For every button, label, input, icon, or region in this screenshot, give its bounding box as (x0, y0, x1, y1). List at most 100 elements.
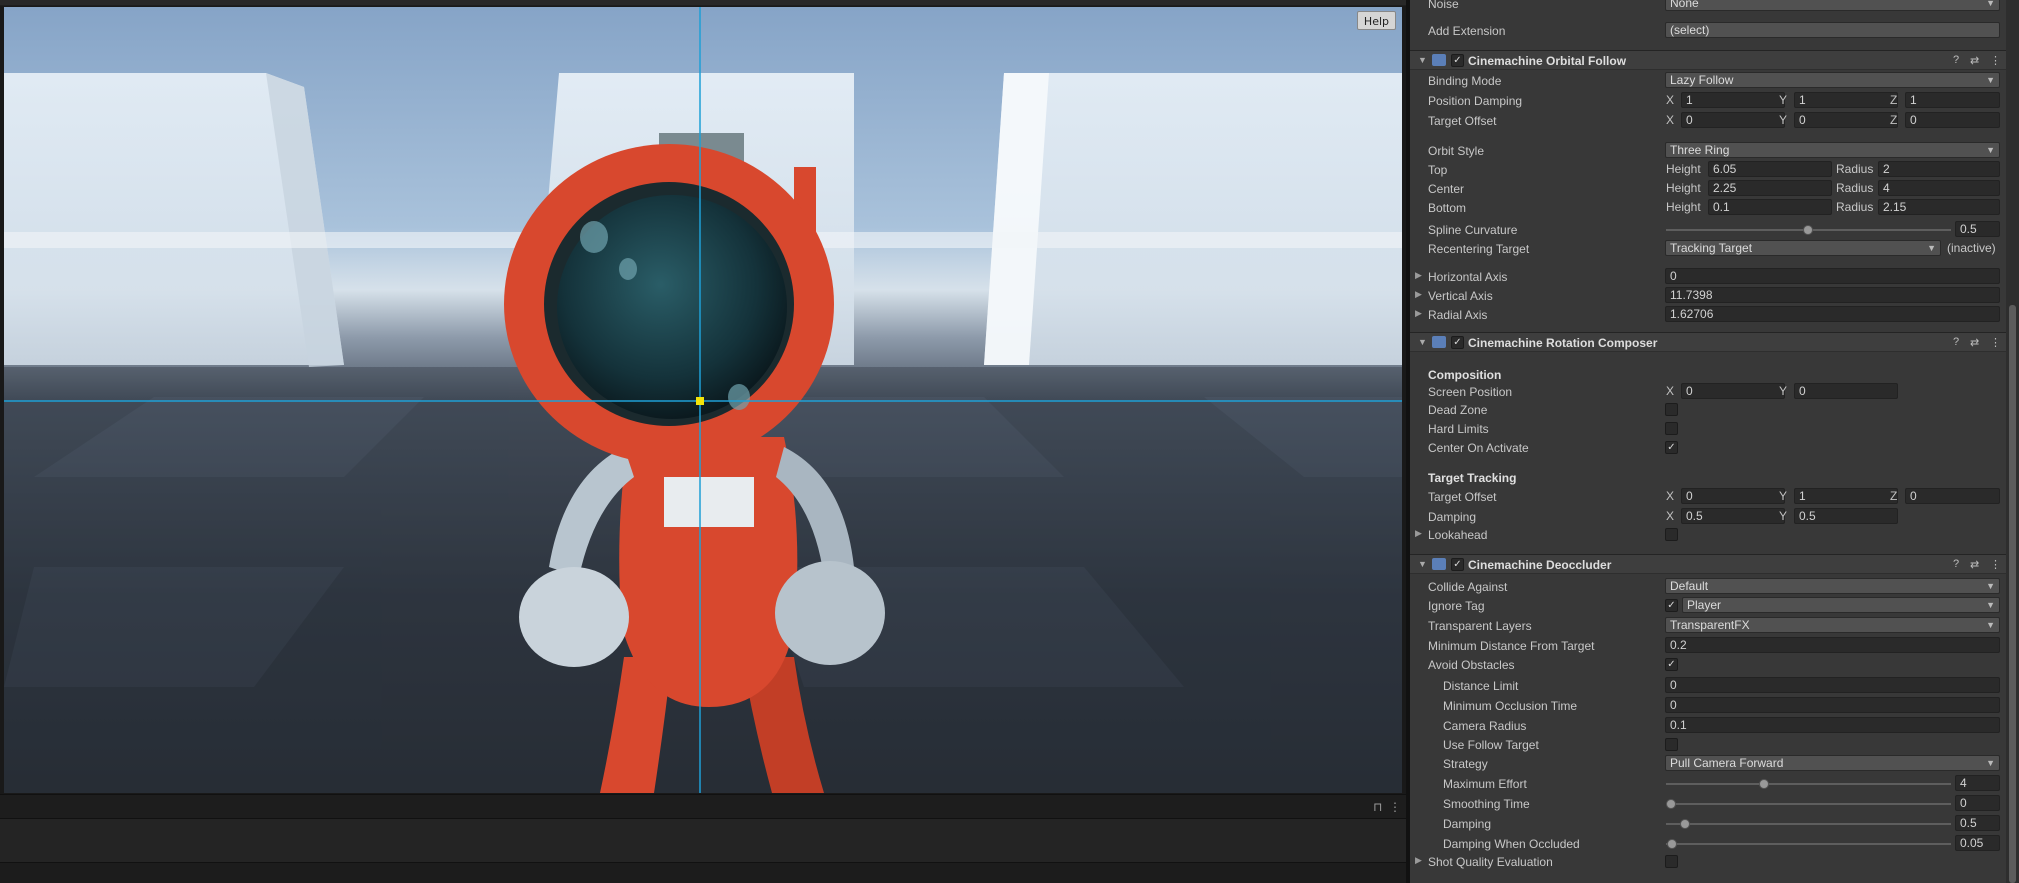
binding-mode-dropdown[interactable]: Lazy Follow ▼ (1665, 72, 2000, 88)
vertical-axis-row[interactable]: ▶ Vertical Axis 11.7398 (1410, 287, 2006, 305)
hard-limits-checkbox[interactable] (1665, 422, 1678, 435)
fold-right-icon: ▶ (1415, 270, 1422, 280)
damping-occluded-knob[interactable] (1667, 839, 1677, 849)
component-menu-icon[interactable]: ⋮ (1990, 336, 2001, 349)
min-distance-field[interactable]: 0.2 (1665, 637, 2000, 653)
game-viewport[interactable]: Help (4, 7, 1402, 793)
orbital-follow-header[interactable]: ▼ ✓ Cinemachine Orbital Follow ? ⇄ ⋮ (1410, 50, 2006, 70)
transparent-layers-dropdown[interactable]: TransparentFX ▼ (1665, 617, 2000, 633)
rotation-enabled-checkbox[interactable]: ✓ (1451, 336, 1464, 349)
noise-dropdown[interactable]: None ▼ (1665, 0, 2000, 11)
add-extension-dropdown[interactable]: (select) (1665, 22, 2000, 38)
target-tracking-heading: Target Tracking (1428, 471, 1517, 485)
chevron-down-icon: ▼ (1986, 75, 1995, 85)
radial-axis-row[interactable]: ▶ Radial Axis 1.62706 (1410, 306, 2006, 324)
lock-icon[interactable]: ⊓ (1373, 800, 1382, 814)
fold-right-icon: ▶ (1415, 308, 1422, 318)
dead-zone-row: Dead Zone (1410, 401, 2006, 419)
chevron-down-icon: ▼ (1986, 758, 1995, 768)
fold-arrow-icon[interactable]: ▼ (1418, 559, 1427, 569)
help-icon[interactable]: ? (1953, 558, 1959, 570)
ring-top-height[interactable]: 6.05 (1708, 161, 1832, 177)
orbital-target-offset-z[interactable]: 0 (1905, 112, 2000, 128)
orbital-target-offset-y[interactable]: 0 (1794, 112, 1898, 128)
min-occlusion-field[interactable]: 0 (1665, 697, 2000, 713)
screen-position-x[interactable]: 0 (1681, 383, 1785, 399)
orbital-enabled-checkbox[interactable]: ✓ (1451, 54, 1464, 67)
position-damping-y[interactable]: 1 (1794, 92, 1898, 108)
damping-value[interactable]: 0.5 (1955, 815, 2000, 831)
rotation-target-offset-row: Target Offset X0 Y1 Z0 (1410, 488, 2006, 506)
distance-limit-field[interactable]: 0 (1665, 677, 2000, 693)
use-follow-checkbox[interactable] (1665, 738, 1678, 751)
help-icon[interactable]: ? (1953, 336, 1959, 348)
damping-track[interactable] (1666, 823, 1951, 825)
spline-curvature-knob[interactable] (1803, 225, 1813, 235)
orbital-target-offset-x[interactable]: 0 (1681, 112, 1785, 128)
shot-quality-checkbox[interactable] (1665, 855, 1678, 868)
component-menu-icon[interactable]: ⋮ (1990, 54, 2001, 67)
smoothing-time-track[interactable] (1666, 803, 1951, 805)
camera-radius-field[interactable]: 0.1 (1665, 717, 2000, 733)
position-damping-x[interactable]: 1 (1681, 92, 1785, 108)
maximum-effort-track[interactable] (1666, 783, 1951, 785)
recentering-dropdown[interactable]: Tracking Target ▼ (1665, 240, 1941, 256)
min-distance-label: Minimum Distance From Target (1428, 639, 1595, 653)
ring-center-height[interactable]: 2.25 (1708, 180, 1832, 196)
collide-against-label: Collide Against (1428, 580, 1508, 594)
spline-curvature-value[interactable]: 0.5 (1955, 221, 2000, 237)
vertical-axis-value[interactable]: 11.7398 (1665, 287, 2000, 303)
radial-axis-value[interactable]: 1.62706 (1665, 306, 2000, 322)
rotation-target-offset-x[interactable]: 0 (1681, 488, 1785, 504)
dead-zone-checkbox[interactable] (1665, 403, 1678, 416)
damping-occluded-value[interactable]: 0.05 (1955, 835, 2000, 851)
rotation-target-offset-y[interactable]: 1 (1794, 488, 1898, 504)
more-menu-icon[interactable]: ⋮ (1389, 800, 1401, 814)
lookahead-row[interactable]: ▶ Lookahead (1410, 526, 2006, 544)
screen-position-y[interactable]: 0 (1794, 383, 1898, 399)
inspector-scrollbar[interactable] (2006, 0, 2019, 883)
lookahead-checkbox[interactable] (1665, 528, 1678, 541)
maximum-effort-value[interactable]: 4 (1955, 775, 2000, 791)
rotation-composer-header[interactable]: ▼ ✓ Cinemachine Rotation Composer ? ⇄ ⋮ (1410, 332, 2006, 352)
help-icon[interactable]: ? (1953, 54, 1959, 66)
add-extension-label: Add Extension (1428, 24, 1506, 38)
fold-arrow-icon[interactable]: ▼ (1418, 55, 1427, 65)
rotation-damping-x[interactable]: 0.5 (1681, 508, 1785, 524)
horizontal-axis-value[interactable]: 0 (1665, 268, 2000, 284)
rotation-target-offset-z[interactable]: 0 (1905, 488, 2000, 504)
rotation-damping-y[interactable]: 0.5 (1794, 508, 1898, 524)
spline-curvature-label: Spline Curvature (1428, 223, 1518, 237)
smoothing-time-value[interactable]: 0 (1955, 795, 2000, 811)
ring-center-radius[interactable]: 4 (1878, 180, 2000, 196)
component-menu-icon[interactable]: ⋮ (1990, 558, 2001, 571)
damping-occluded-track[interactable] (1666, 843, 1951, 845)
horizontal-axis-row[interactable]: ▶ Horizontal Axis 0 (1410, 268, 2006, 286)
rotation-title: Cinemachine Rotation Composer (1468, 336, 1658, 350)
collide-against-dropdown[interactable]: Default ▼ (1665, 578, 2000, 594)
ring-top-radius[interactable]: 2 (1878, 161, 2000, 177)
avoid-obstacles-checkbox[interactable]: ✓ (1665, 658, 1678, 671)
ring-bottom-radius[interactable]: 2.15 (1878, 199, 2000, 215)
recentering-label: Recentering Target (1428, 242, 1530, 256)
damping-knob[interactable] (1680, 819, 1690, 829)
presets-icon[interactable]: ⇄ (1970, 558, 1979, 571)
ring-bottom-height[interactable]: 0.1 (1708, 199, 1832, 215)
fold-arrow-icon[interactable]: ▼ (1418, 337, 1427, 347)
recentering-status: (inactive) (1947, 241, 1996, 255)
scrollbar-thumb[interactable] (2009, 305, 2016, 883)
noise-row: Noise None ▼ (1410, 0, 2006, 13)
ignore-tag-dropdown[interactable]: Player ▼ (1682, 597, 2000, 613)
position-damping-z[interactable]: 1 (1905, 92, 2000, 108)
help-button[interactable]: Help (1356, 11, 1396, 30)
presets-icon[interactable]: ⇄ (1970, 54, 1979, 67)
strategy-dropdown[interactable]: Pull Camera Forward ▼ (1665, 755, 2000, 771)
ignore-tag-checkbox[interactable]: ✓ (1665, 599, 1678, 612)
orbit-style-dropdown[interactable]: Three Ring ▼ (1665, 142, 2000, 158)
deoccluder-enabled-checkbox[interactable]: ✓ (1451, 558, 1464, 571)
deoccluder-header[interactable]: ▼ ✓ Cinemachine Deoccluder ? ⇄ ⋮ (1410, 554, 2006, 574)
smoothing-time-knob[interactable] (1666, 799, 1676, 809)
center-on-activate-checkbox[interactable]: ✓ (1665, 441, 1678, 454)
presets-icon[interactable]: ⇄ (1970, 336, 1979, 349)
maximum-effort-knob[interactable] (1759, 779, 1769, 789)
